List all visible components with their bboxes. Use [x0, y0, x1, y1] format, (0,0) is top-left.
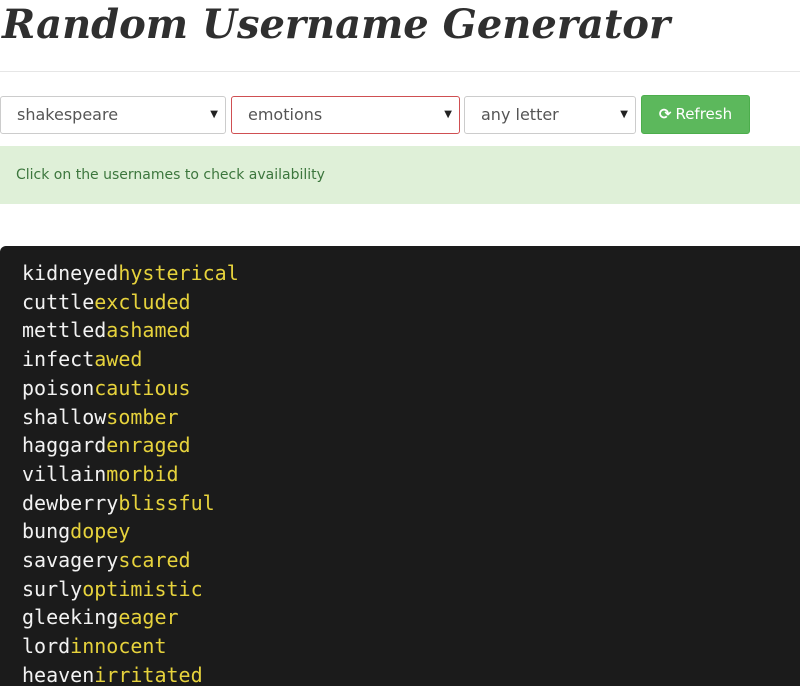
- letter-select-value: any letter: [481, 105, 559, 124]
- username-first-word: lord: [22, 634, 71, 659]
- username-item[interactable]: kidneyedhysterical: [22, 259, 800, 288]
- username-item[interactable]: villainmorbid: [22, 460, 800, 489]
- username-second-word: dopey: [70, 519, 131, 544]
- username-first-word: bung: [22, 519, 71, 544]
- username-item[interactable]: gleekingeager: [22, 603, 800, 632]
- username-second-word: hysterical: [118, 261, 239, 285]
- username-second-word: irritated: [94, 662, 203, 686]
- username-item[interactable]: cuttleexcluded: [22, 288, 800, 317]
- username-second-word: scared: [118, 548, 191, 573]
- username-first-word: kidneyed: [22, 261, 119, 285]
- availability-alert-text: Click on the usernames to check availabi…: [16, 167, 325, 183]
- username-second-word: cautious: [94, 375, 191, 400]
- username-first-word: poison: [22, 375, 95, 400]
- refresh-icon: ⟳: [658, 105, 672, 123]
- username-first-word: dewberry: [22, 490, 119, 515]
- username-first-word: savagery: [22, 548, 119, 573]
- username-second-word: excluded: [94, 289, 191, 314]
- username-item[interactable]: dewberryblissful: [22, 489, 800, 518]
- source-select-value: shakespeare: [17, 105, 119, 124]
- username-first-word: surly: [22, 576, 83, 601]
- header-divider: [0, 71, 800, 72]
- username-item[interactable]: haggardenraged: [22, 431, 800, 460]
- page: Random Username Generator shakespeare ▼ …: [0, 0, 800, 686]
- caret-down-icon: ▼: [210, 109, 218, 120]
- username-first-word: heaven: [22, 662, 95, 686]
- username-second-word: enraged: [106, 433, 191, 458]
- username-second-word: blissful: [118, 490, 215, 515]
- username-item[interactable]: poisoncautious: [22, 374, 800, 403]
- username-first-word: haggard: [22, 433, 107, 458]
- username-item[interactable]: savageryscared: [22, 546, 800, 575]
- username-item[interactable]: mettledashamed: [22, 316, 800, 345]
- letter-select[interactable]: any letter ▼: [464, 96, 636, 134]
- username-item[interactable]: lordinnocent: [22, 632, 800, 661]
- source-select[interactable]: shakespeare ▼: [0, 96, 226, 134]
- category-select-value: emotions: [248, 105, 323, 124]
- username-item[interactable]: heavenirritated: [22, 661, 800, 686]
- username-item[interactable]: infectawed: [22, 345, 800, 374]
- caret-down-icon: ▼: [444, 109, 452, 120]
- username-item[interactable]: shallowsomber: [22, 403, 800, 432]
- caret-down-icon: ▼: [620, 109, 628, 120]
- username-second-word: morbid: [106, 461, 179, 486]
- username-second-word: optimistic: [82, 576, 203, 601]
- page-title: Random Username Generator: [2, 1, 671, 48]
- username-item[interactable]: surlyoptimistic: [22, 575, 800, 604]
- username-first-word: gleeking: [22, 605, 119, 630]
- username-second-word: innocent: [70, 634, 167, 659]
- username-results: kidneyedhysterical cuttleexcluded mettleda…: [0, 246, 800, 686]
- category-select[interactable]: emotions ▼: [231, 96, 460, 134]
- username-item[interactable]: bungdopey: [22, 517, 800, 546]
- username-second-word: eager: [118, 605, 179, 630]
- availability-alert: Click on the usernames to check availabi…: [0, 146, 800, 204]
- username-first-word: infect: [22, 347, 95, 372]
- refresh-button-label: Refresh: [675, 105, 733, 123]
- username-first-word: villain: [22, 461, 107, 486]
- username-second-word: awed: [94, 347, 143, 372]
- username-first-word: cuttle: [22, 289, 95, 314]
- username-second-word: ashamed: [106, 318, 191, 343]
- username-second-word: somber: [106, 404, 179, 429]
- refresh-button[interactable]: ⟳ Refresh: [641, 95, 750, 134]
- username-first-word: shallow: [22, 404, 107, 429]
- username-first-word: mettled: [22, 318, 107, 343]
